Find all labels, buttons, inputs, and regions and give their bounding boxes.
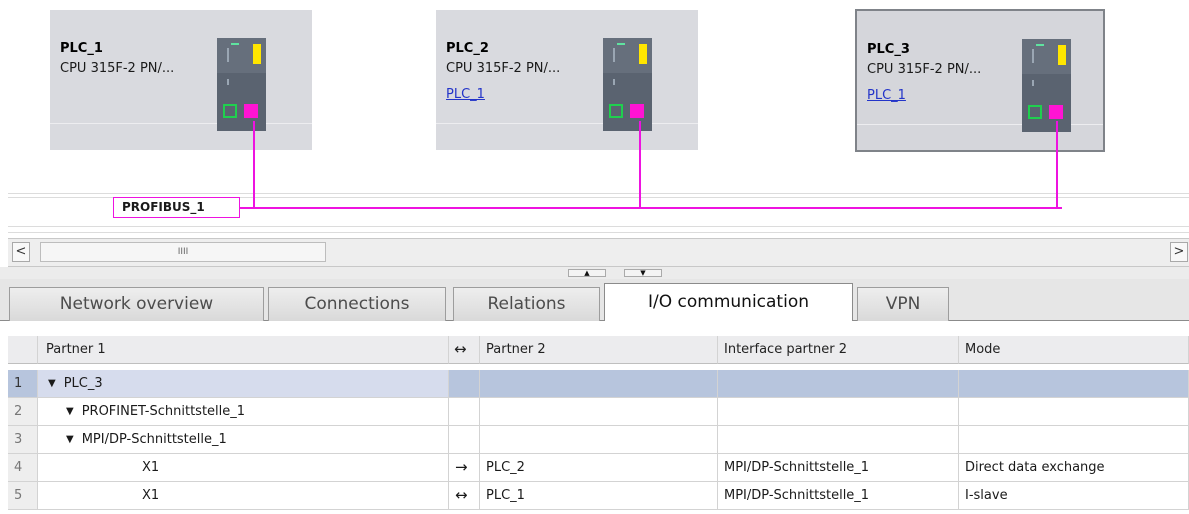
table-row[interactable]: 3 ▼ MPI/DP-Schnittstelle_1	[8, 426, 1189, 454]
partner-1-cell[interactable]: X1	[38, 454, 449, 482]
mode-cell[interactable]: I-slave	[959, 482, 1189, 510]
bus-drop-line	[639, 121, 641, 209]
panel-splitter[interactable]: ▲ ▼	[0, 267, 1189, 279]
partner-2-cell[interactable]	[480, 426, 718, 454]
partner-2-cell[interactable]	[480, 398, 718, 426]
tab-io-communication[interactable]: I/O communication	[604, 283, 853, 321]
row-number: 1	[8, 370, 38, 398]
table-row[interactable]: 5 X1 ↔ PLC_1 MPI/DP-Schnittstelle_1 I-sl…	[8, 482, 1189, 510]
device-name: PLC_3	[867, 42, 910, 57]
splitter-down-arrow-icon[interactable]: ▼	[624, 269, 662, 277]
mode-cell[interactable]	[959, 398, 1189, 426]
cpu-module-icon	[1022, 39, 1071, 132]
device-plc-2[interactable]: PLC_2 CPU 315F-2 PN/... PLC_1	[436, 10, 698, 150]
partner-1-value: PLC_3	[63, 376, 103, 391]
tab-vpn[interactable]: VPN	[857, 287, 949, 321]
tab-connections[interactable]: Connections	[268, 287, 446, 321]
header-mode[interactable]: Mode	[959, 336, 1189, 364]
table-header: Partner 1 ↔ Partner 2 Interface partner …	[8, 336, 1189, 364]
mode-cell[interactable]	[959, 370, 1189, 398]
mode-cell[interactable]: Direct data exchange	[959, 454, 1189, 482]
device-plc-1[interactable]: PLC_1 CPU 315F-2 PN/...	[50, 10, 312, 150]
expand-caret-icon[interactable]: ▼	[66, 426, 74, 453]
partner-1-cell[interactable]: ▼ PROFINET-Schnittstelle_1	[38, 398, 449, 426]
scroll-left-button[interactable]: <	[12, 242, 30, 262]
cpu-module-icon	[603, 38, 652, 131]
horizontal-scrollbar[interactable]: < IIII >	[8, 238, 1189, 267]
direction-cell: ↔	[449, 482, 480, 510]
tab-bar: Network overview Connections Relations I…	[0, 279, 1189, 321]
tab-relations[interactable]: Relations	[453, 287, 600, 321]
row-number: 5	[8, 482, 38, 510]
interface-cell[interactable]: MPI/DP-Schnittstelle_1	[718, 482, 959, 510]
partner-2-cell[interactable]: PLC_1	[480, 482, 718, 510]
scroll-thumb[interactable]: IIII	[40, 242, 326, 262]
direction-cell	[449, 426, 480, 454]
partner-2-cell[interactable]: PLC_2	[480, 454, 718, 482]
device-cpu: CPU 315F-2 PN/...	[867, 62, 982, 77]
bus-drop-line	[253, 121, 255, 209]
table-row[interactable]: 4 X1 → PLC_2 MPI/DP-Schnittstelle_1 Dire…	[8, 454, 1189, 482]
profinet-port-icon[interactable]	[223, 104, 237, 118]
table-row[interactable]: 1 ▼ PLC_3	[8, 370, 1189, 398]
interface-cell[interactable]	[718, 370, 959, 398]
device-cpu: CPU 315F-2 PN/...	[60, 61, 175, 76]
partner-1-value: MPI/DP-Schnittstelle_1	[81, 432, 227, 447]
device-name: PLC_1	[60, 41, 103, 56]
profibus-port-icon[interactable]	[630, 104, 644, 118]
bus-drop-line	[1056, 121, 1058, 209]
table-row[interactable]: 2 ▼ PROFINET-Schnittstelle_1	[8, 398, 1189, 426]
expand-caret-icon[interactable]: ▼	[48, 370, 56, 397]
divider	[8, 226, 1189, 227]
device-plc-3[interactable]: PLC_3 CPU 315F-2 PN/... PLC_1	[855, 9, 1105, 152]
partner-2-cell[interactable]	[480, 370, 718, 398]
profinet-port-icon[interactable]	[1028, 105, 1042, 119]
device-cpu: CPU 315F-2 PN/...	[446, 61, 561, 76]
network-view: PLC_1 CPU 315F-2 PN/... PLC_2 CPU 315F-2…	[0, 0, 1189, 238]
expand-caret-icon[interactable]: ▼	[66, 398, 74, 425]
mode-cell[interactable]	[959, 426, 1189, 454]
row-number: 4	[8, 454, 38, 482]
master-link[interactable]: PLC_1	[867, 88, 906, 103]
header-interface-partner-2[interactable]: Interface partner 2	[718, 336, 959, 364]
interface-cell[interactable]	[718, 398, 959, 426]
master-link[interactable]: PLC_1	[446, 87, 485, 102]
profibus-port-icon[interactable]	[1049, 105, 1063, 119]
row-number: 3	[8, 426, 38, 454]
device-name: PLC_2	[446, 41, 489, 56]
partner-1-cell[interactable]: X1	[38, 482, 449, 510]
bus-label[interactable]: PROFIBUS_1	[113, 197, 240, 218]
direction-cell	[449, 398, 480, 426]
profinet-port-icon[interactable]	[609, 104, 623, 118]
header-partner-2[interactable]: Partner 2	[480, 336, 718, 364]
partner-1-cell[interactable]: ▼ PLC_3	[38, 370, 449, 398]
partner-1-cell[interactable]: ▼ MPI/DP-Schnittstelle_1	[38, 426, 449, 454]
scroll-right-button[interactable]: >	[1170, 242, 1188, 262]
header-rownum	[8, 336, 38, 364]
interface-cell[interactable]	[718, 426, 959, 454]
splitter-up-arrow-icon[interactable]: ▲	[568, 269, 606, 277]
divider	[8, 193, 1189, 194]
cpu-module-icon	[217, 38, 266, 131]
partner-1-value: PROFINET-Schnittstelle_1	[81, 404, 246, 419]
header-direction[interactable]: ↔	[449, 336, 480, 364]
profibus-line[interactable]	[240, 207, 1062, 209]
interface-cell[interactable]: MPI/DP-Schnittstelle_1	[718, 454, 959, 482]
tab-network-overview[interactable]: Network overview	[9, 287, 264, 321]
direction-cell	[449, 370, 480, 398]
divider	[8, 232, 1189, 233]
header-partner-1[interactable]: Partner 1	[38, 336, 449, 364]
profibus-port-icon[interactable]	[244, 104, 258, 118]
row-number: 2	[8, 398, 38, 426]
direction-cell: →	[449, 454, 480, 482]
